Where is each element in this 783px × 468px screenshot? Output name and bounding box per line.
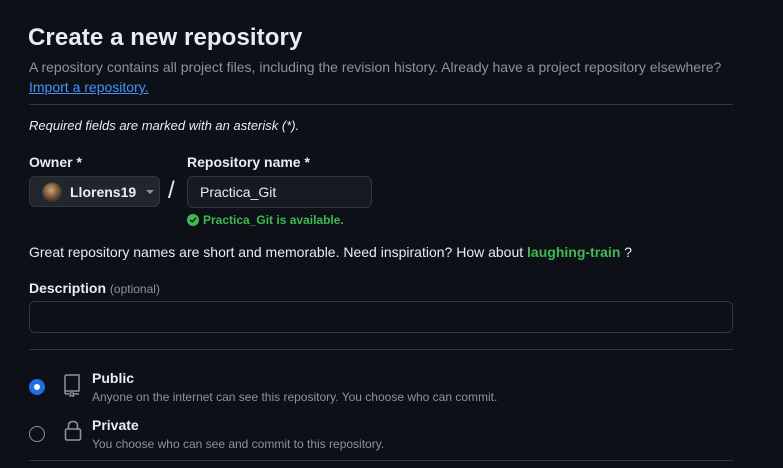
divider-top	[29, 104, 733, 105]
suggestion-suffix: ?	[624, 244, 633, 260]
name-suggestion: Great repository names are short and mem…	[29, 244, 632, 260]
description-input[interactable]	[29, 301, 733, 333]
description-label-text: Description	[29, 280, 107, 296]
availability-text: Practica_Git is available.	[203, 213, 344, 227]
public-radio[interactable]	[29, 379, 45, 395]
radio-dot	[34, 384, 40, 390]
required-fields-note: Required fields are marked with an aster…	[29, 118, 300, 133]
repository-name-label: Repository name *	[187, 154, 310, 170]
page-title: Create a new repository	[28, 24, 303, 51]
private-option-description: You choose who can see and commit to thi…	[92, 437, 385, 451]
divider-middle	[29, 349, 733, 350]
owner-repo-separator: /	[168, 177, 175, 204]
import-repository-link[interactable]: Import a repository.	[29, 79, 149, 95]
private-radio[interactable]	[29, 426, 45, 442]
repo-icon	[64, 374, 80, 397]
lock-icon	[64, 420, 82, 441]
public-option-title: Public	[92, 370, 135, 386]
optional-hint: (optional)	[109, 282, 160, 296]
avatar	[42, 181, 62, 202]
page-intro: A repository contains all project files,…	[29, 59, 722, 75]
create-repo-page: Create a new repository A repository con…	[0, 0, 783, 468]
check-circle-icon	[187, 214, 199, 226]
owner-select-button[interactable]: Llorens19	[29, 176, 160, 207]
suggestion-text: Great repository names are short and mem…	[29, 244, 524, 260]
owner-name: Llorens19	[70, 183, 137, 200]
divider-bottom	[29, 460, 733, 461]
suggested-name-link[interactable]: laughing-train	[527, 244, 620, 260]
description-label: Description (optional)	[29, 280, 160, 296]
repository-name-input[interactable]	[187, 176, 372, 208]
chevron-down-icon	[146, 189, 155, 194]
public-option-description: Anyone on the internet can see this repo…	[92, 390, 498, 404]
owner-label: Owner *	[29, 154, 82, 170]
private-option-title: Private	[92, 417, 139, 433]
availability-message: Practica_Git is available.	[187, 213, 344, 227]
